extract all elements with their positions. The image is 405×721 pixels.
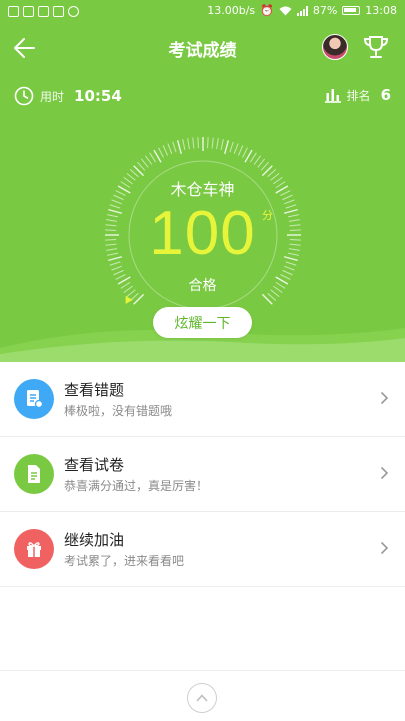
gauge-tick [257,158,266,168]
gauge-tick [158,147,164,158]
gauge-tick [144,155,153,165]
rank-value: 6 [380,86,391,104]
gift-icon [14,529,54,569]
gauge-tick [197,137,199,149]
trash-icon [23,6,34,17]
pass-status: 合格 [188,278,217,294]
battery-icon [342,6,361,15]
gauge-tick [172,141,177,153]
chevron-right-icon [380,541,389,555]
gauge-tick [249,152,257,163]
gauge-tick [207,137,209,149]
list-item-paper[interactable]: 查看试卷 恭喜满分通过，真是厉害！ [0,437,405,512]
battery-percent: 87% [312,4,338,17]
rank-label: 排名 [346,88,371,103]
signal-icon [296,5,308,16]
gauge-tick [253,155,262,165]
alarm-icon: ⏰ [260,4,274,17]
item-title: 继续加油 [64,531,125,549]
result-header: 13.00b/s ⏰ 87% 13:08 考试成绩 用时 10:54 排名 6 … [0,0,405,362]
gauge-tick [176,140,182,155]
gauge-tick [260,161,269,171]
ranking[interactable]: 排名 6 [324,86,391,104]
gauge-pointer [125,295,133,304]
time-value: 10:54 [74,87,122,105]
wrong-questions-icon [14,379,54,419]
gauge-tick [149,152,157,163]
image-icon [38,6,49,17]
item-subtitle: 恭喜满分通过，真是厉害！ [64,479,209,493]
show-off-button[interactable]: 炫耀一下 [153,307,252,338]
gauge-tick [237,145,244,156]
trophy-icon[interactable] [362,33,390,61]
message-icon [8,6,19,17]
score-value: 100 [149,199,256,268]
item-subtitle: 棒极啦，没有错题哦 [64,404,173,418]
item-title: 查看试卷 [64,456,125,474]
gauge-tick [137,161,146,171]
gauge-tick [233,143,239,154]
app-icon [53,6,64,17]
chevron-right-icon [380,391,389,405]
time-label: 用时 [40,89,65,104]
gauge-tick [182,139,186,151]
clock-outline-icon [14,86,34,106]
bottom-bar [0,670,405,721]
time-used: 用时 10:54 [14,86,122,106]
gauge-tick [162,145,169,156]
action-list: 查看错题 棒极啦，没有错题哦 查看试卷 恭喜满分通过，真是厉害！ 继续加油 考试… [0,362,405,587]
list-item-wrong-questions[interactable]: 查看错题 棒极啦，没有错题哦 [0,362,405,437]
gauge-tick [187,138,190,150]
gauge-tick [229,141,234,153]
clock-time: 13:08 [365,4,397,17]
item-title: 查看错题 [64,381,125,399]
gauge-tick [242,147,248,158]
bar-chart-icon [324,89,341,103]
clock-icon [68,6,79,17]
gauge-tick [167,143,173,154]
gauge-tick [224,140,230,155]
chevron-right-icon [380,466,389,480]
gauge-tick [211,137,214,149]
avatar[interactable] [322,34,348,60]
chevron-up-icon [196,694,208,702]
item-subtitle: 考试累了，进来看看吧 [64,554,185,568]
scroll-up-button[interactable] [187,683,217,713]
wifi-icon [279,6,292,15]
status-bar: 13.00b/s ⏰ 87% 13:08 [0,0,405,24]
network-speed: 13.00b/s [207,4,256,17]
notification-icons [8,6,79,17]
gauge-tick [216,138,219,150]
gauge-tick [192,137,195,149]
score-unit: 分 [262,209,273,222]
paper-icon [14,454,54,494]
list-item-keep-going[interactable]: 继续加油 考试累了，进来看看吧 [0,512,405,587]
gauge-tick [220,139,224,151]
title-badge: 木仓车神 [170,180,235,199]
gauge-tick [140,158,149,168]
